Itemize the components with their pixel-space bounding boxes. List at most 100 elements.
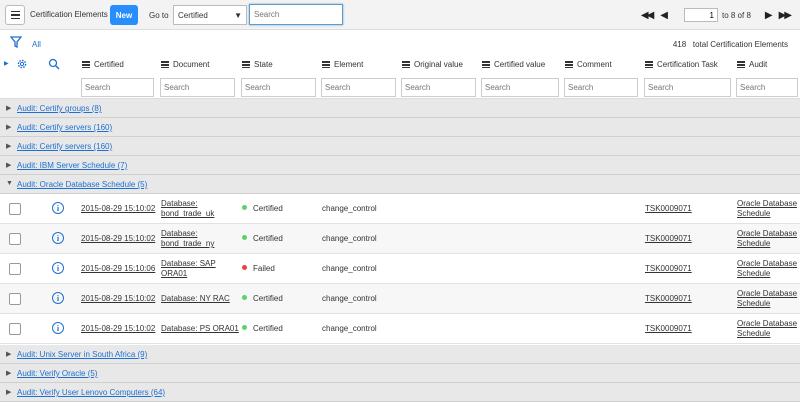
column-state[interactable]: State [242, 60, 273, 70]
column-document[interactable]: Document [161, 60, 209, 70]
pagination: ◀◀ ◀ to 8 of 8 ▶ ▶▶ [637, 8, 794, 22]
group-label[interactable]: Audit: Certify servers (160) [17, 142, 112, 151]
row-checkbox[interactable] [9, 263, 21, 275]
caret-right-icon[interactable]: ▶ [4, 60, 9, 67]
table-row[interactable]: i 2015-08-29 15:10:02 Database: PS ORA01… [0, 314, 800, 344]
status-dot-icon [242, 205, 247, 211]
task-link[interactable]: TSK0009071 [645, 294, 692, 304]
document-link[interactable]: Database: NY RAC [161, 294, 230, 304]
row-checkbox[interactable] [9, 233, 21, 245]
certified-date-link[interactable]: 2015-08-29 15:10:02 [81, 204, 155, 214]
search-state-input[interactable] [241, 78, 316, 97]
first-page-icon[interactable]: ◀◀ [641, 10, 654, 21]
task-link[interactable]: TSK0009071 [645, 204, 692, 214]
row-checkbox[interactable] [9, 323, 21, 335]
last-page-icon[interactable]: ▶▶ [779, 10, 792, 21]
state-cell: Certified [242, 294, 283, 304]
certified-date-link[interactable]: 2015-08-29 15:10:06 [81, 264, 155, 274]
audit-link[interactable]: Oracle Database Schedule [737, 319, 797, 339]
group-row[interactable]: ▶ Audit: Certify servers (160) [0, 137, 800, 156]
info-icon[interactable]: i [52, 202, 64, 214]
expand-caret-icon[interactable]: ▶ [6, 350, 11, 358]
certified-date-link[interactable]: 2015-08-29 15:10:02 [81, 324, 155, 334]
certified-date-link[interactable]: 2015-08-29 15:10:02 [81, 234, 155, 244]
audit-link[interactable]: Oracle Database Schedule [737, 229, 797, 249]
group-label[interactable]: Audit: Verify Oracle (5) [17, 369, 97, 378]
info-icon[interactable]: i [52, 232, 64, 244]
group-label[interactable]: Audit: IBM Server Schedule (7) [17, 161, 127, 170]
group-row[interactable]: ▶ Audit: Verify User Lenovo Computers (6… [0, 383, 800, 402]
expand-caret-icon[interactable]: ▶ [6, 369, 11, 377]
new-button[interactable]: New [110, 5, 138, 25]
search-comment-input[interactable] [564, 78, 638, 97]
audit-link[interactable]: Oracle Database Schedule [737, 199, 797, 219]
document-link[interactable]: Database: SAP ORA01 [161, 259, 216, 279]
table-row[interactable]: i 2015-08-29 15:10:02 Database: bond_trad… [0, 224, 800, 254]
table-row[interactable]: i 2015-08-29 15:10:02 Database: bond_trad… [0, 194, 800, 224]
document-link[interactable]: Database: bond_trade_ny [161, 229, 214, 249]
collapse-caret-icon[interactable]: ▼ [6, 180, 13, 187]
group-row[interactable]: ▶ Audit: Certify groups (8) [0, 99, 800, 118]
state-cell: Certified [242, 234, 283, 244]
search-certified-value-input[interactable] [481, 78, 559, 97]
search-certification-task-input[interactable] [644, 78, 731, 97]
group-label[interactable]: Audit: Certify groups (8) [17, 104, 101, 113]
document-link[interactable]: Database: bond_trade_uk [161, 199, 214, 219]
info-icon[interactable]: i [52, 292, 64, 304]
group-row[interactable]: ▶ Audit: Verify Oracle (5) [0, 364, 800, 383]
info-icon[interactable]: i [52, 322, 64, 334]
expand-caret-icon[interactable]: ▶ [6, 104, 11, 112]
info-icon[interactable]: i [52, 262, 64, 274]
next-page-icon[interactable]: ▶ [765, 10, 773, 21]
expand-caret-icon[interactable]: ▶ [6, 142, 11, 150]
column-comment[interactable]: Comment [565, 60, 612, 70]
table-row[interactable]: i 2015-08-29 15:10:06 Database: SAP ORA01… [0, 254, 800, 284]
certified-date-link[interactable]: 2015-08-29 15:10:02 [81, 294, 155, 304]
filter-funnel-icon[interactable] [10, 36, 22, 48]
group-label[interactable]: Audit: Certify servers (160) [17, 123, 112, 132]
column-certified-value[interactable]: Certified value [482, 60, 545, 70]
total-text: total Certification Elements [692, 40, 788, 49]
page-number-input[interactable] [683, 8, 718, 22]
row-checkbox[interactable] [9, 203, 21, 215]
list-search-input[interactable] [249, 4, 343, 25]
row-checkbox[interactable] [9, 293, 21, 305]
goto-field-select[interactable]: Certified ▼ [173, 5, 247, 25]
group-row-expanded[interactable]: ▼ Audit: Oracle Database Schedule (5) [0, 175, 800, 194]
column-menu-icon [161, 60, 169, 69]
group-row[interactable]: ▶ Audit: Unix Server in South Africa (9) [0, 345, 800, 364]
expand-caret-icon[interactable]: ▶ [6, 388, 11, 396]
audit-link[interactable]: Oracle Database Schedule [737, 259, 797, 279]
task-link[interactable]: TSK0009071 [645, 234, 692, 244]
search-document-input[interactable] [160, 78, 235, 97]
group-label[interactable]: Audit: Oracle Database Schedule (5) [17, 180, 147, 189]
search-certified-input[interactable] [81, 78, 154, 97]
group-label[interactable]: Audit: Unix Server in South Africa (9) [17, 350, 147, 359]
prev-page-icon[interactable]: ◀ [660, 10, 668, 21]
column-menu-icon [402, 60, 410, 69]
group-row[interactable]: ▶ Audit: Certify servers (160) [0, 118, 800, 137]
group-row[interactable]: ▶ Audit: IBM Server Schedule (7) [0, 156, 800, 175]
expand-caret-icon[interactable]: ▶ [6, 123, 11, 131]
breadcrumb-all[interactable]: All [32, 40, 41, 49]
audit-link[interactable]: Oracle Database Schedule [737, 289, 797, 309]
group-label[interactable]: Audit: Verify User Lenovo Computers (64) [17, 388, 165, 397]
column-certified[interactable]: Certified [82, 60, 124, 70]
column-audit[interactable]: Audit [737, 60, 767, 70]
search-original-value-input[interactable] [401, 78, 476, 97]
search-audit-input[interactable] [736, 78, 798, 97]
document-link[interactable]: Database: PS ORA01 [161, 324, 239, 334]
column-original-value[interactable]: Original value [402, 60, 463, 70]
expand-caret-icon[interactable]: ▶ [6, 161, 11, 169]
gear-icon[interactable] [16, 58, 28, 70]
task-link[interactable]: TSK0009071 [645, 324, 692, 334]
state-cell: Certified [242, 324, 283, 334]
column-certification-task[interactable]: Certification Task [645, 60, 718, 70]
table-row[interactable]: i 2015-08-29 15:10:02 Database: NY RAC C… [0, 284, 800, 314]
element-cell: change_control [322, 324, 377, 333]
task-link[interactable]: TSK0009071 [645, 264, 692, 274]
search-element-input[interactable] [321, 78, 396, 97]
search-icon[interactable] [48, 58, 60, 70]
list-menu-button[interactable] [5, 5, 25, 25]
column-element[interactable]: Element [322, 60, 363, 70]
